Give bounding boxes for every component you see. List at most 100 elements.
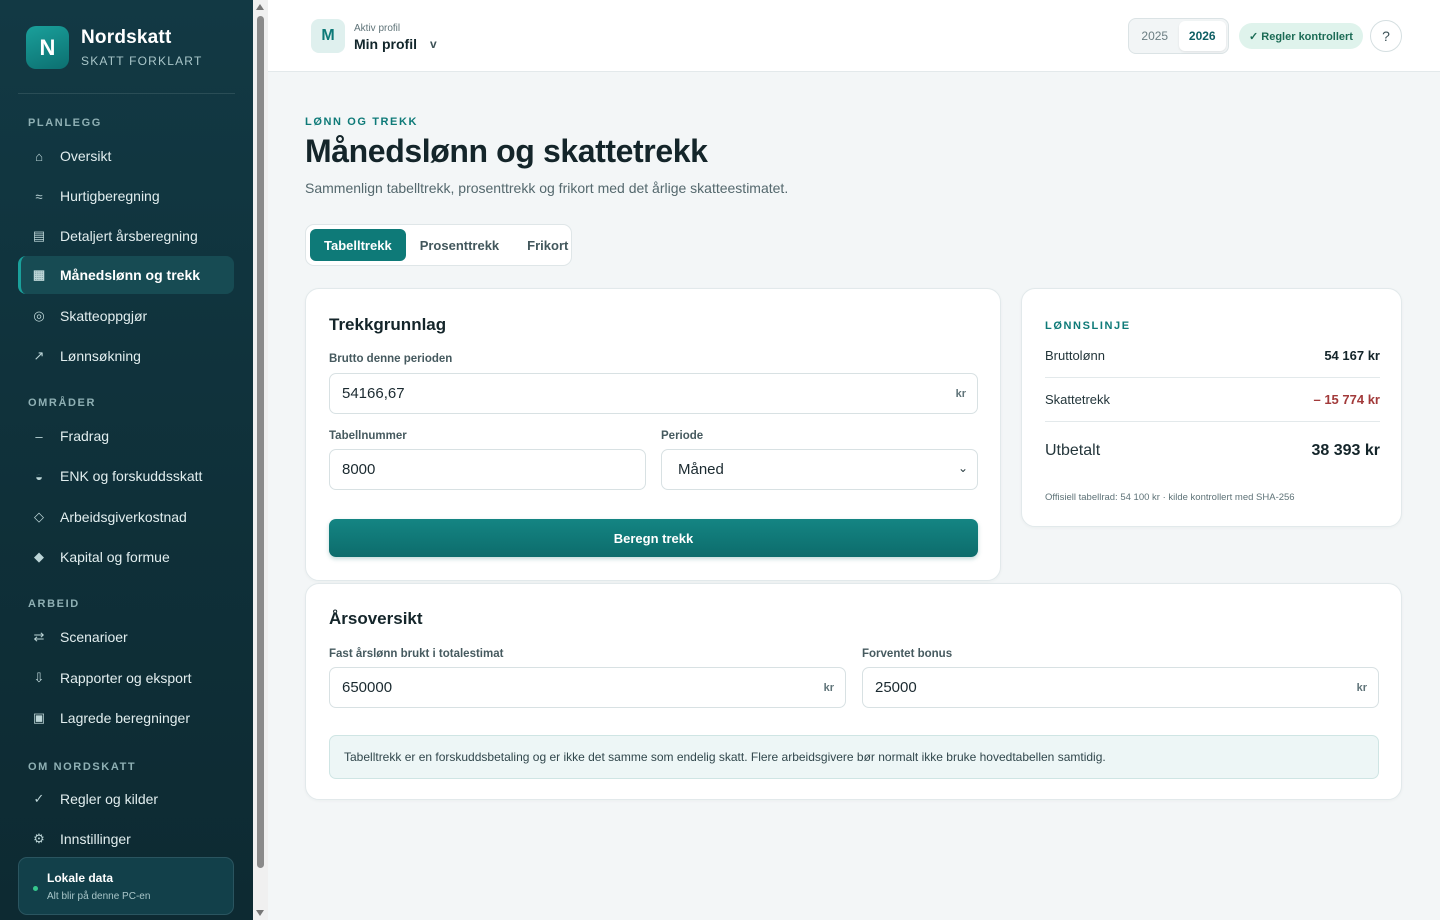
brand[interactable]: N Nordskatt SKATT FORKLART — [26, 26, 203, 69]
sidebar-item-label: Scenarioer — [60, 629, 128, 645]
section-label-planlegg: PLANLEGG — [28, 117, 102, 129]
list-icon: ▤ — [32, 228, 46, 243]
sidebar: N Nordskatt SKATT FORKLART PLANLEGG ⌂ Ove… — [0, 0, 253, 920]
sidebar-item-label: ENK og forskuddsskatt — [60, 468, 203, 484]
sidebar-item-innstillinger[interactable]: ⚙ Innstillinger — [18, 820, 234, 858]
sidebar-divider — [18, 93, 235, 94]
trekkgrunnlag-card: Trekkgrunnlag Brutto denne perioden 5416… — [305, 288, 1001, 581]
target-icon: ◎ — [33, 308, 45, 323]
page-eyebrow: LØNN OG TREKK — [305, 116, 419, 128]
scroll-up-arrow-icon[interactable] — [256, 4, 264, 10]
info-notice: Tabelltrekk er en forskuddsbetaling og e… — [329, 735, 1379, 779]
net-pay-label: Utbetalt — [1045, 442, 1101, 459]
row-divider — [1045, 421, 1380, 422]
sidebar-item-label: Regler og kilder — [60, 791, 159, 807]
local-data-status: Lokale data Alt blir på denne PC-en — [18, 857, 234, 915]
table-number-value: 8000 — [342, 461, 376, 478]
scroll-down-arrow-icon[interactable] — [256, 910, 264, 916]
logo: N — [26, 26, 69, 69]
section-label-omrader: OMRÅDER — [28, 397, 97, 409]
year-switch: 2025 2026 — [1128, 18, 1229, 54]
sidebar-item-kapital[interactable]: ◆ Kapital og formue — [18, 538, 234, 576]
bonus-value: 25000 — [875, 679, 917, 696]
diamond-filled-icon: ◆ — [34, 549, 44, 564]
mode-tabs: Tabelltrekk Prosenttrekk Frikort — [305, 224, 572, 266]
tax-row: Skattetrekk – 15 774 kr — [1045, 392, 1380, 407]
tab-frikort[interactable]: Frikort — [513, 229, 582, 261]
wave-icon: ≈ — [35, 188, 43, 204]
sidebar-item-enk[interactable]: ◒ ENK og forskuddsskatt — [18, 457, 234, 495]
arsoversikt-card: Årsoversikt Fast årslønn brukt i totales… — [305, 583, 1402, 800]
home-icon: ⌂ — [35, 148, 43, 164]
sidebar-scrollbar[interactable] — [253, 0, 268, 920]
sidebar-item-label: Hurtigberegning — [60, 188, 160, 204]
brand-name: Nordskatt — [81, 27, 172, 48]
sidebar-item-detaljert[interactable]: ▤ Detaljert årsberegning — [18, 217, 234, 255]
gross-salary-value: 54 167 kr — [1324, 348, 1380, 363]
sidebar-item-scenarioer[interactable]: ⇄ Scenarioer — [18, 618, 234, 656]
tax-label: Skattetrekk — [1045, 392, 1111, 407]
sidebar-item-arbeidsgiverkostnad[interactable]: ◇ Arbeidsgiverkostnad — [18, 498, 234, 536]
saved-box-icon: ▣ — [32, 710, 46, 725]
annual-salary-input[interactable]: 650000 kr — [329, 667, 846, 708]
year-2025-button[interactable]: 2025 — [1131, 21, 1179, 51]
gross-row: Bruttolønn 54 167 kr — [1045, 348, 1380, 363]
summary-eyebrow: LØNNSLINJE — [1045, 320, 1131, 332]
sidebar-item-lagrede[interactable]: ▣ Lagrede beregninger — [18, 699, 234, 737]
period-value: Måned — [678, 461, 724, 478]
year-2026-button[interactable]: 2026 — [1178, 21, 1226, 51]
bonus-label: Forventet bonus — [862, 648, 953, 660]
trend-arrow-icon: ↗ — [33, 348, 45, 363]
chevron-down-icon: ⌄ — [957, 461, 968, 475]
period-select[interactable]: Måned ⌄ — [661, 449, 978, 490]
net-row: Utbetalt 38 393 kr — [1045, 442, 1380, 460]
currency-suffix: kr — [823, 682, 834, 694]
table-number-input[interactable]: 8000 — [329, 449, 646, 490]
lonnslinje-card: LØNNSLINJE Bruttolønn 54 167 kr Skattetr… — [1021, 288, 1402, 527]
diamond-outline-icon: ◇ — [34, 509, 44, 524]
sidebar-item-label: Innstillinger — [60, 831, 131, 847]
sidebar-item-label: Lønnsøkning — [60, 348, 141, 364]
local-data-title: Lokale data — [47, 871, 114, 885]
avatar[interactable]: M — [311, 19, 345, 53]
check-icon: ✓ — [33, 791, 45, 806]
page-title: Månedslønn og skattetrekk — [305, 133, 708, 169]
tab-tabelltrekk[interactable]: Tabelltrekk — [310, 229, 406, 261]
sidebar-item-lonnsokning[interactable]: ↗ Lønnsøkning — [18, 337, 234, 375]
currency-suffix: kr — [955, 388, 966, 400]
sidebar-item-label: Kapital og formue — [60, 549, 170, 565]
sidebar-item-label: Rapporter og eksport — [60, 670, 192, 686]
bonus-input[interactable]: 25000 kr — [862, 667, 1379, 708]
brand-tagline: SKATT FORKLART — [81, 54, 203, 68]
sidebar-item-skatteoppgjor[interactable]: ◎ Skatteoppgjør — [18, 297, 234, 335]
currency-suffix: kr — [1356, 682, 1367, 694]
sidebar-item-label: Arbeidsgiverkostnad — [60, 509, 187, 525]
sidebar-item-label: Fradrag — [60, 428, 110, 444]
gross-value: 54166,67 — [342, 385, 405, 402]
gross-label: Brutto denne perioden — [329, 353, 453, 365]
sidebar-item-rapporter[interactable]: ⇩ Rapporter og eksport — [18, 659, 234, 697]
sidebar-item-regler[interactable]: ✓ Regler og kilder — [18, 780, 234, 818]
profile-selector[interactable]: Min profil — [354, 36, 417, 52]
card-title: Årsoversikt — [329, 609, 423, 628]
grid-icon: ▦ — [32, 267, 46, 282]
annual-salary-value: 650000 — [342, 679, 393, 696]
annual-salary-label: Fast årslønn brukt i totalestimat — [329, 648, 504, 660]
table-number-label: Tabellnummer — [329, 430, 407, 442]
help-button[interactable]: ? — [1370, 20, 1402, 52]
sidebar-item-hurtigberegning[interactable]: ≈ Hurtigberegning — [18, 177, 234, 215]
calculate-button[interactable]: Beregn trekk — [329, 519, 978, 557]
card-title: Trekkgrunnlag — [329, 315, 447, 334]
page-subtitle: Sammenlign tabelltrekk, prosenttrekk og … — [305, 180, 789, 196]
sidebar-item-oversikt[interactable]: ⌂ Oversikt — [18, 137, 234, 175]
chevron-down-icon[interactable]: v — [430, 37, 437, 51]
tab-prosenttrekk[interactable]: Prosenttrekk — [406, 229, 513, 261]
local-data-subtitle: Alt blir på denne PC-en — [47, 891, 151, 902]
minus-icon: – — [35, 428, 43, 444]
sidebar-item-fradrag[interactable]: – Fradrag — [18, 417, 234, 455]
half-circle-icon: ◒ — [35, 468, 43, 484]
topbar: M Aktiv profil Min profil v 2025 2026 ✓ … — [268, 0, 1440, 72]
scroll-thumb[interactable] — [257, 16, 264, 868]
sidebar-item-manedslonn[interactable]: ▦ Månedslønn og trekk — [18, 256, 234, 294]
gross-input[interactable]: 54166,67 kr — [329, 373, 978, 414]
